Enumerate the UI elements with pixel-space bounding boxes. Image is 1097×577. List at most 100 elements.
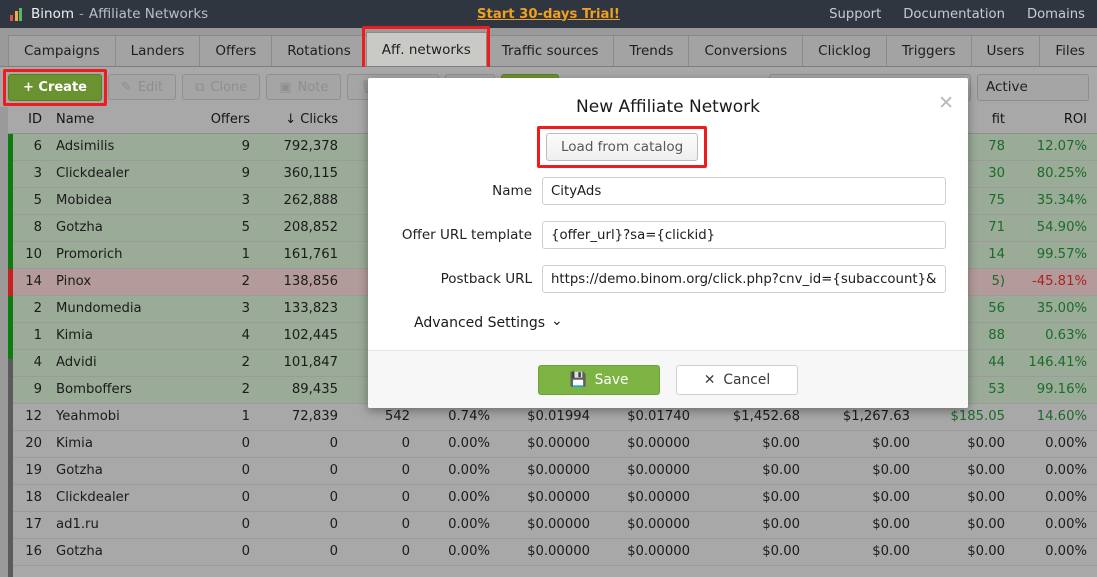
- table-row[interactable]: 16 Gotzha 0 0 0 0.00% $0.00000 $0.00000 $0.00 $0.…: [0, 538, 1097, 566]
- cell-ctr: 0.00%: [420, 538, 500, 566]
- cell-offers: 2: [180, 349, 260, 377]
- save-button[interactable]: 💾 Save: [538, 364, 660, 395]
- row-status-marker: [8, 323, 13, 350]
- cell-clicks: 72,839: [260, 403, 348, 431]
- cell-roi: 0.63%: [1015, 322, 1097, 350]
- support-link[interactable]: Support: [829, 7, 881, 22]
- tab-rotations[interactable]: Rotations: [271, 35, 367, 66]
- form-row-postback-url: Postback URL: [368, 265, 968, 293]
- chevron-down-icon: ⌄: [551, 313, 563, 329]
- tab-conversions[interactable]: Conversions: [688, 35, 804, 66]
- cell-offers: 0: [180, 430, 260, 458]
- cell-roi: 80.25%: [1015, 160, 1097, 188]
- cell-name: Pinox: [52, 268, 180, 296]
- cell-name: Gotzha: [52, 538, 180, 566]
- cell-name: Clickdealer: [52, 484, 180, 512]
- load-catalog-row: Load from catalog: [368, 126, 968, 168]
- cell-roi: 99.16%: [1015, 376, 1097, 404]
- close-icon[interactable]: ✕: [938, 94, 954, 113]
- tab-clicklog[interactable]: Clicklog: [802, 35, 887, 66]
- cell-roi: 54.90%: [1015, 214, 1097, 242]
- offer-url-template-input[interactable]: [542, 221, 946, 249]
- create-button-wrapper: + Create: [3, 68, 107, 106]
- cell-ctr: 0.00%: [420, 430, 500, 458]
- status-filter-select[interactable]: Active: [977, 73, 1089, 101]
- table-row[interactable]: 17 ad1.ru 0 0 0 0.00% $0.00000 $0.00000 $0.00 $0.…: [0, 511, 1097, 539]
- clone-button-label: Clone: [210, 79, 248, 95]
- tab-files[interactable]: Files: [1039, 35, 1097, 66]
- edit-button[interactable]: ✎ Edit: [108, 74, 177, 100]
- cell-offers: 3: [180, 187, 260, 215]
- tab-traffic-sources[interactable]: Traffic sources: [485, 35, 615, 66]
- col-header-clicks[interactable]: ↓ Clicks: [260, 107, 348, 134]
- cell-clicks: 0: [260, 430, 348, 458]
- vertical-scrollbar[interactable]: [8, 359, 13, 577]
- row-status-marker: [8, 188, 13, 215]
- tab-aff-networks[interactable]: Aff. networks: [365, 32, 487, 66]
- cell-name: ad1.ru: [52, 511, 180, 539]
- cell-lp-clicks: 0: [348, 430, 420, 458]
- cell-name: Advidi: [52, 349, 180, 377]
- load-from-catalog-button[interactable]: Load from catalog: [546, 133, 699, 161]
- cancel-button[interactable]: ✕ Cancel: [676, 364, 798, 395]
- brand-name: Binom: [31, 6, 74, 22]
- name-input[interactable]: [542, 177, 946, 205]
- tab-landers[interactable]: Landers: [114, 35, 201, 66]
- clone-button[interactable]: ⧉ Clone: [182, 74, 261, 100]
- cell-roi: 0.00%: [1015, 457, 1097, 485]
- cell-offers: 9: [180, 160, 260, 188]
- cell-cost: $0.00: [700, 511, 810, 539]
- cell-cpc: $0.00000: [500, 538, 600, 566]
- brand-separator: -: [78, 6, 84, 22]
- cell-profit: $0.00: [920, 457, 1015, 485]
- postback-url-input[interactable]: [542, 265, 946, 293]
- start-trial-link[interactable]: Start 30-days Trial!: [477, 7, 620, 22]
- documentation-link[interactable]: Documentation: [903, 7, 1005, 22]
- cell-clicks: 138,856: [260, 268, 348, 296]
- cell-clicks: 89,435: [260, 376, 348, 404]
- cell-clicks: 102,445: [260, 322, 348, 350]
- cell-clicks: 0: [260, 457, 348, 485]
- note-button[interactable]: ▣ Note: [266, 74, 342, 100]
- cell-clicks: 360,115: [260, 160, 348, 188]
- dialog-title: New Affiliate Network: [576, 97, 760, 117]
- cell-roi: 99.57%: [1015, 241, 1097, 269]
- tab-triggers[interactable]: Triggers: [885, 35, 972, 66]
- cell-name: Gotzha: [52, 214, 180, 242]
- label-postback-url: Postback URL: [440, 271, 532, 287]
- save-button-label: Save: [594, 371, 629, 388]
- cell-revenue: $0.00: [810, 511, 920, 539]
- form-row-offer-url: Offer URL template: [368, 221, 968, 249]
- col-header-offers[interactable]: Offers: [180, 107, 260, 134]
- cell-roi: 35.34%: [1015, 187, 1097, 215]
- cell-clicks: 0: [260, 538, 348, 566]
- new-affiliate-network-dialog: New Affiliate Network ✕ Load from catalo…: [368, 78, 968, 408]
- advanced-settings-toggle[interactable]: Advanced Settings ⌄: [368, 313, 563, 331]
- cell-clicks: 161,761: [260, 241, 348, 269]
- col-header-name[interactable]: Name: [52, 107, 180, 134]
- tab-trends[interactable]: Trends: [613, 35, 690, 66]
- cell-name: Adsimilis: [52, 133, 180, 161]
- cell-roi: -45.81%: [1015, 268, 1097, 296]
- label-name: Name: [492, 183, 532, 199]
- cell-clicks: 0: [260, 511, 348, 539]
- cell-name: Gotzha: [52, 457, 180, 485]
- tab-offers[interactable]: Offers: [199, 35, 273, 66]
- cell-offers: 1: [180, 403, 260, 431]
- cell-revenue: $0.00: [810, 538, 920, 566]
- table-row[interactable]: 20 Kimia 0 0 0 0.00% $0.00000 $0.00000 $0.00 $0.0…: [0, 430, 1097, 458]
- col-header-roi[interactable]: ROI: [1015, 107, 1097, 134]
- cell-cost: $0.00: [700, 457, 810, 485]
- cell-offers: 0: [180, 538, 260, 566]
- domains-link[interactable]: Domains: [1027, 7, 1085, 22]
- table-row[interactable]: 18 Clickdealer 0 0 0 0.00% $0.00000 $0.00000 $0.…: [0, 484, 1097, 512]
- table-row[interactable]: 19 Gotzha 0 0 0 0.00% $0.00000 $0.00000 $0.00 $0.…: [0, 457, 1097, 485]
- cell-offers: 3: [180, 295, 260, 323]
- create-button[interactable]: + Create: [8, 73, 102, 101]
- cell-ctr: 0.00%: [420, 457, 500, 485]
- cell-roi: 146.41%: [1015, 349, 1097, 377]
- tab-users[interactable]: Users: [970, 35, 1041, 66]
- cell-lp-clicks: 0: [348, 484, 420, 512]
- tab-campaigns[interactable]: Campaigns: [8, 35, 116, 66]
- cell-revenue: $0.00: [810, 484, 920, 512]
